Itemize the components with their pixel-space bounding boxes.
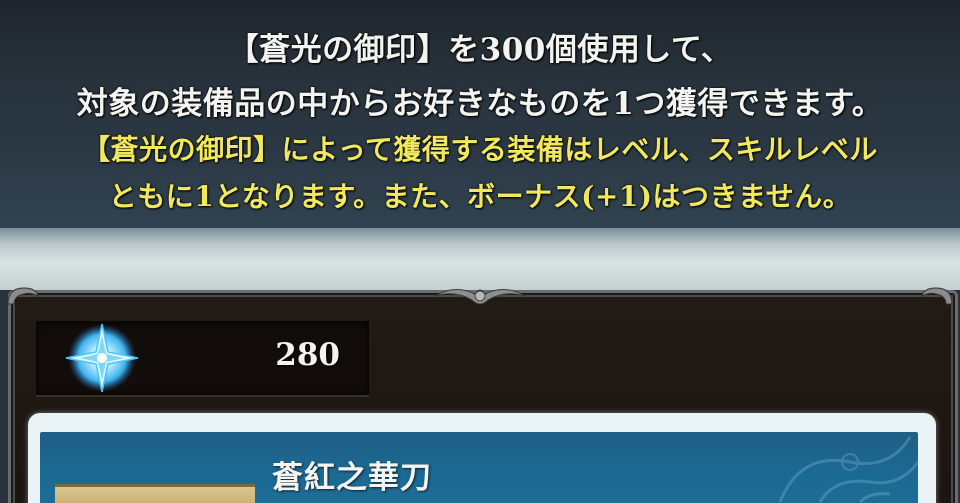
exchange-screen: 【蒼光の御印】を300個使用して、 対象の装備品の中からお好きなものを1つ獲得で… — [0, 0, 960, 503]
item-name: 蒼紅之華刀 — [272, 460, 432, 496]
corner-ornament-left-icon — [7, 287, 39, 305]
frame-ornament-icon — [434, 289, 526, 305]
description-line-1: 【蒼光の御印】を300個使用して、 — [227, 32, 733, 68]
item-thumbnail[interactable] — [55, 484, 255, 503]
corner-ornament-right-icon — [921, 287, 953, 305]
blue-crystal-icon — [65, 323, 139, 393]
description-line-2: 対象の装備品の中からお好きなものを1つ獲得できます。 — [76, 86, 884, 122]
note-line-2: ともに1となります。また、ボーナス(+1)はつきません。 — [108, 180, 852, 213]
note-line-1: 【蒼光の御印】によって獲得する装備はレベル、スキルレベル — [82, 133, 878, 166]
card-pattern-icon — [778, 436, 920, 503]
currency-count: 280 — [275, 337, 340, 373]
banner-divider — [0, 228, 960, 290]
